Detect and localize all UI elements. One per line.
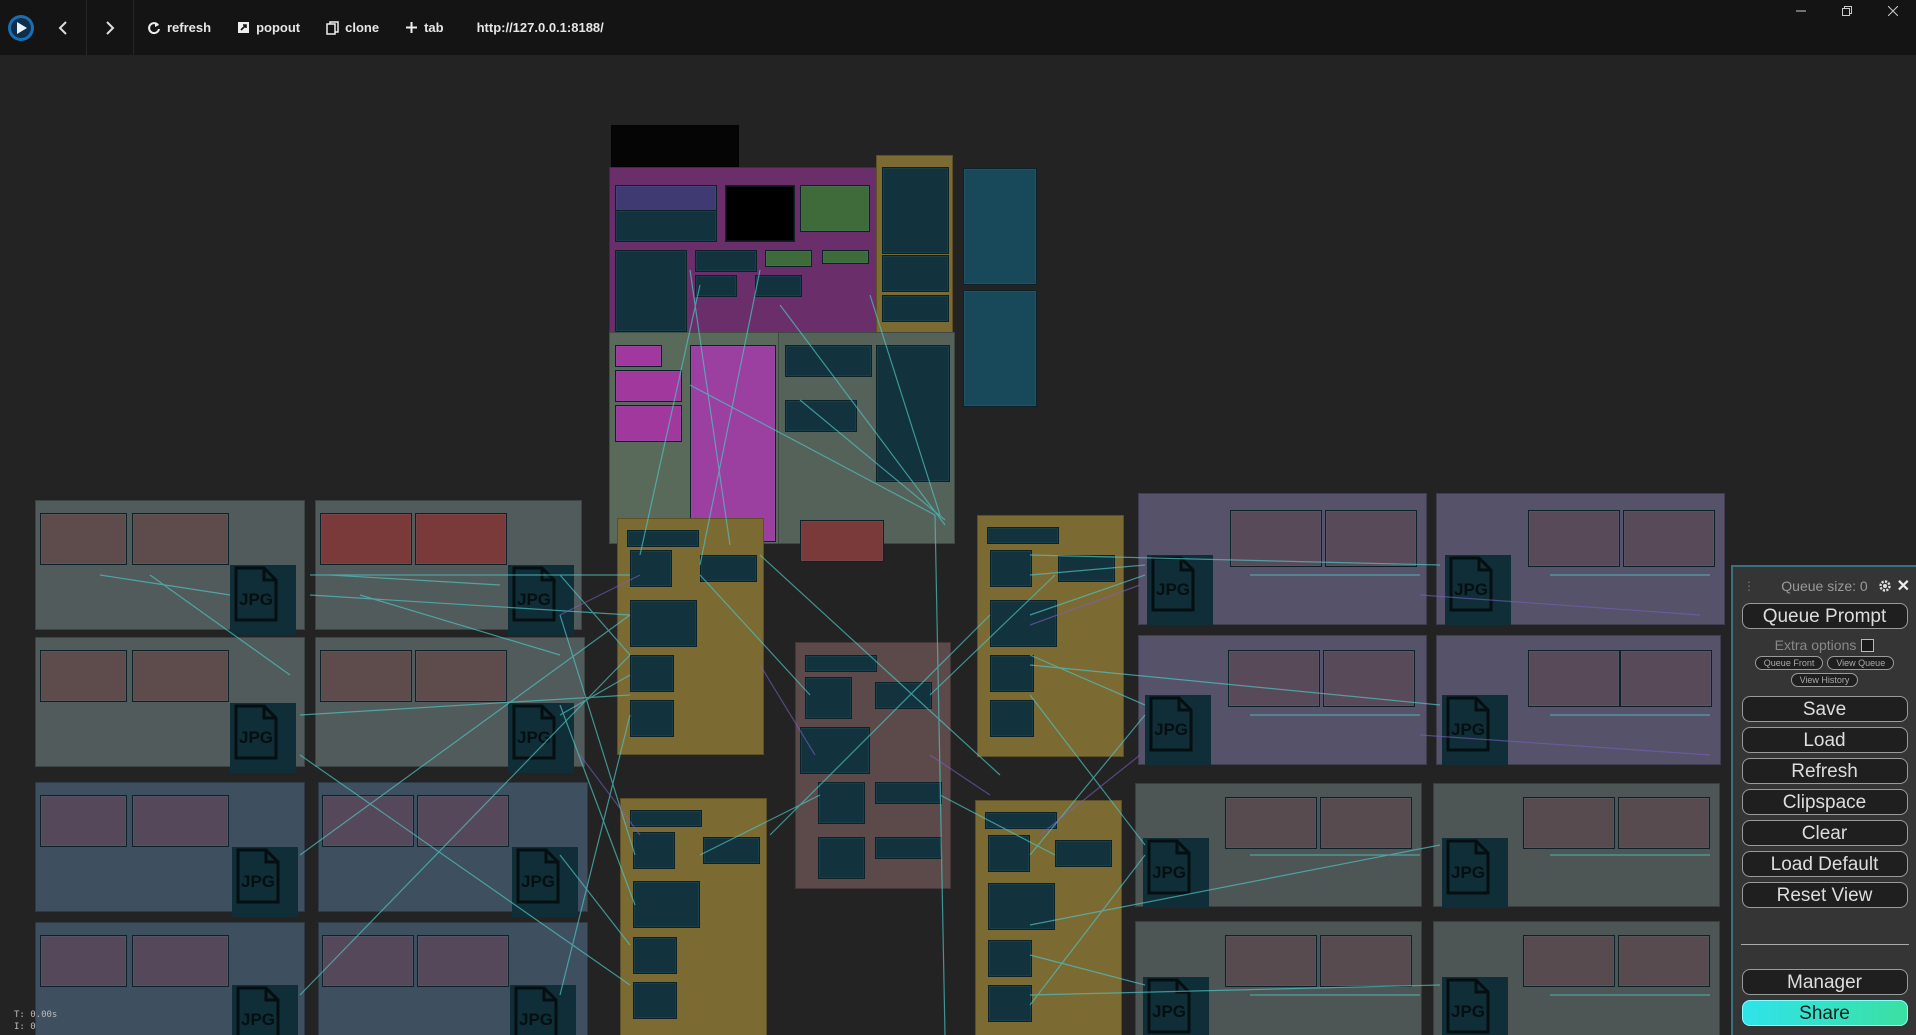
stats-time: T: 0.00s (14, 1010, 58, 1020)
popout-icon (238, 22, 250, 33)
view-history-button[interactable]: View History (1790, 673, 1859, 687)
url-field[interactable]: http://127.0.0.1:8188/ (477, 20, 604, 35)
load-default-button[interactable]: Load Default (1741, 851, 1908, 877)
clone-button[interactable]: clone (313, 0, 392, 55)
stats-iterations: I: 0 (14, 1022, 36, 1032)
view-queue-button[interactable]: View Queue (1827, 656, 1895, 670)
settings-gear-icon[interactable] (1878, 579, 1892, 596)
comfy-menu: ⋮ Queue size: 0 ✕ Queue Prompt Extra opt… (1731, 565, 1916, 1035)
queue-front-button[interactable]: Queue Front (1754, 656, 1824, 670)
chevron-left-icon (58, 20, 67, 35)
clone-label: clone (345, 20, 380, 35)
browser-toolbar: refresh popout clone tab http://127.0.0.… (0, 0, 1916, 55)
close-window-button[interactable] (1870, 0, 1916, 22)
history-small-buttons: View History (1733, 673, 1916, 687)
chevron-right-icon (106, 20, 115, 35)
refresh-icon (148, 21, 160, 34)
window-controls (1778, 0, 1916, 22)
queue-size-label: Queue size: 0 (1781, 578, 1868, 594)
plus-icon (406, 22, 418, 33)
extra-options-toggle[interactable]: Extra options (1733, 637, 1916, 653)
refresh-button-menu[interactable]: Refresh (1741, 758, 1908, 784)
refresh-button[interactable]: refresh (134, 0, 224, 55)
clipspace-button[interactable]: Clipspace (1741, 789, 1908, 815)
queue-small-buttons: Queue Front View Queue (1733, 656, 1916, 670)
share-button[interactable]: Share (1741, 1000, 1908, 1026)
extra-options-label: Extra options (1774, 637, 1857, 653)
app-logo-icon (8, 14, 34, 41)
popout-label: popout (256, 20, 301, 35)
load-button[interactable]: Load (1741, 727, 1908, 753)
tab-label: tab (424, 20, 444, 35)
new-tab-button[interactable]: tab (392, 0, 457, 55)
manager-button[interactable]: Manager (1741, 969, 1908, 995)
popout-button[interactable]: popout (224, 0, 313, 55)
back-button[interactable] (40, 0, 87, 55)
extra-options-checkbox[interactable] (1861, 638, 1875, 652)
close-menu-icon[interactable]: ✕ (1897, 576, 1910, 596)
refresh-label: refresh (167, 20, 212, 35)
node-wires (99, 269, 1711, 1035)
save-button[interactable]: Save (1741, 696, 1908, 722)
node-graph-canvas[interactable]: JPG JPG JPG JPG JPG JPG JPG JPG JPG JPG … (0, 55, 1916, 1035)
minimize-button[interactable] (1778, 0, 1824, 22)
canvas-stats: T: 0.00s I: 0 (14, 1009, 57, 1033)
queue-header: ⋮ Queue size: 0 ✕ (1733, 573, 1916, 599)
restore-icon (1842, 6, 1852, 16)
minimize-icon (1796, 10, 1806, 12)
close-icon (1888, 6, 1898, 16)
reset-view-button[interactable]: Reset View (1741, 882, 1908, 908)
clone-icon (326, 20, 339, 35)
queue-prompt-button[interactable]: Queue Prompt (1741, 603, 1908, 629)
clear-button[interactable]: Clear (1741, 820, 1908, 846)
forward-button[interactable] (87, 0, 134, 55)
menu-separator (1740, 944, 1909, 945)
restore-button[interactable] (1824, 0, 1870, 22)
drag-handle-icon[interactable]: ⋮ (1743, 579, 1755, 593)
